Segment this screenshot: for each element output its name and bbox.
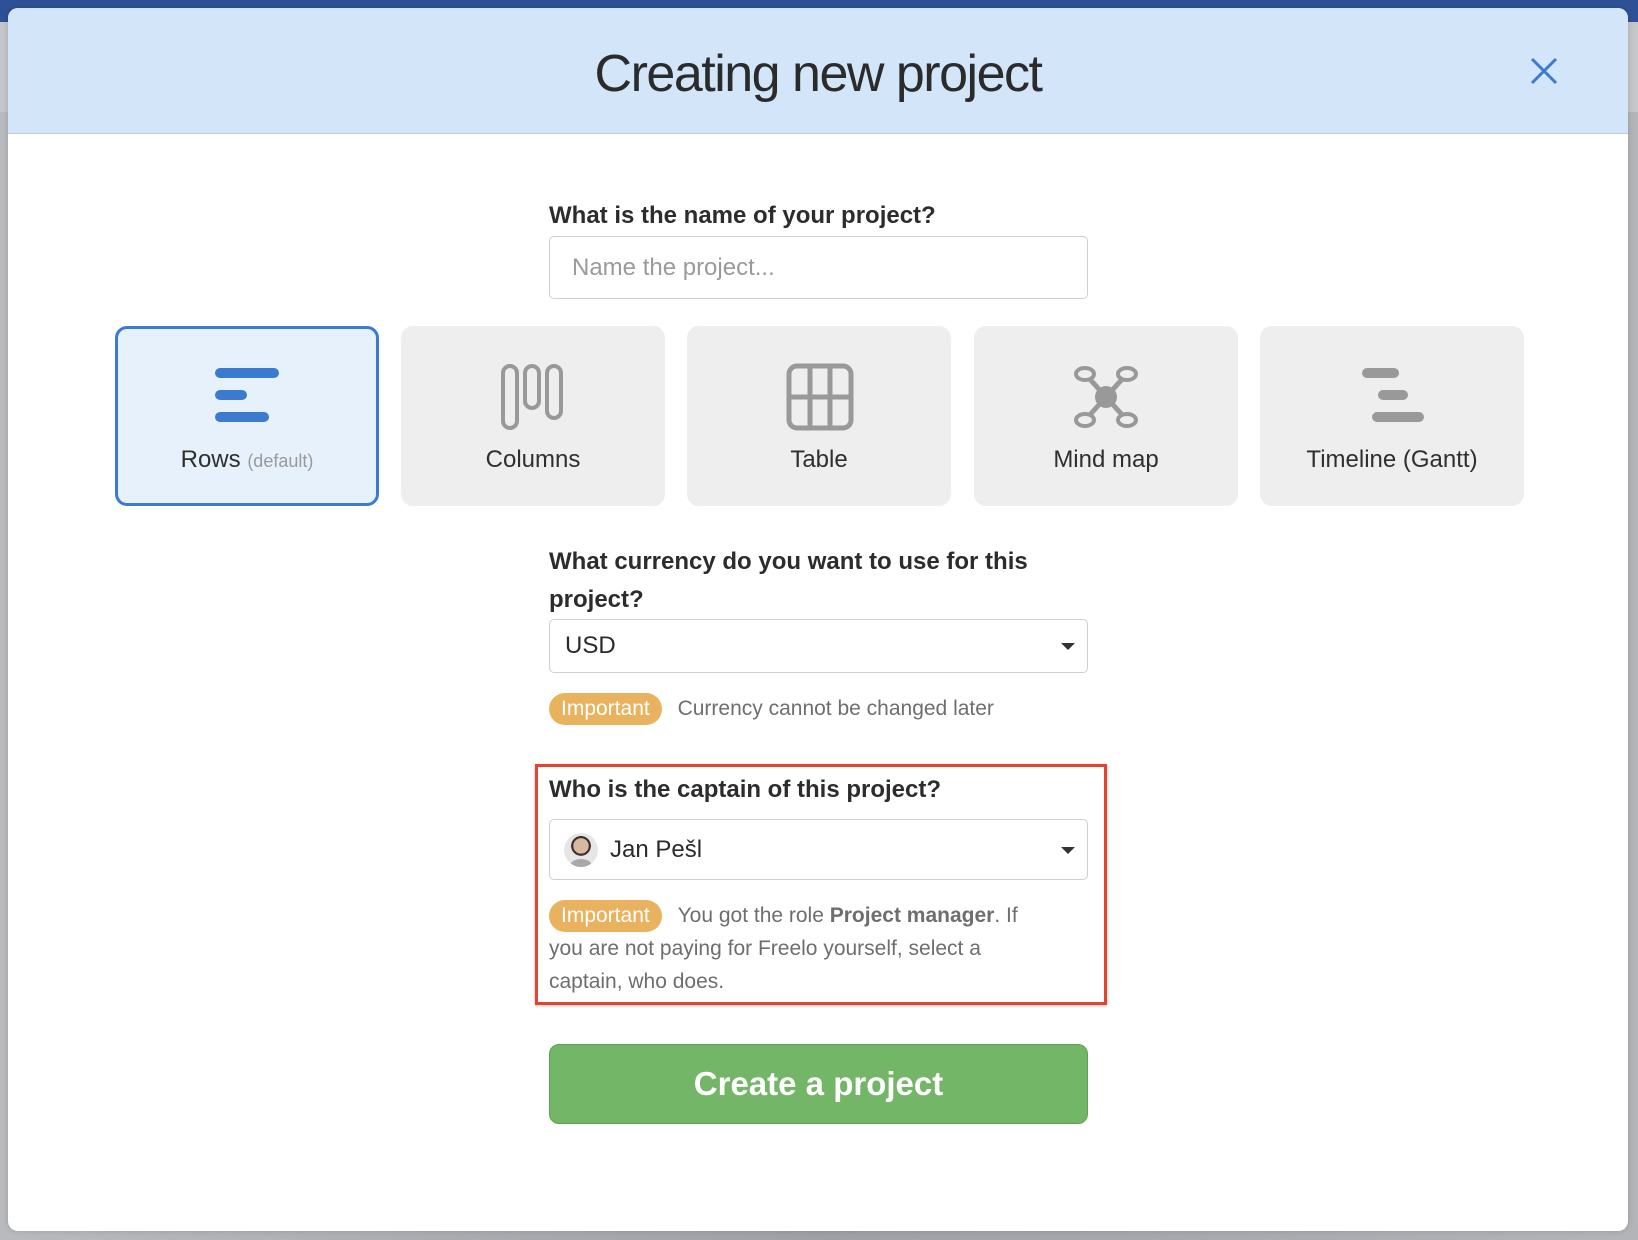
captain-label: Who is the captain of this project?: [549, 776, 942, 803]
captain-value: Jan Pešl: [610, 836, 703, 863]
create-project-button[interactable]: Create a project: [549, 1044, 1088, 1124]
view-label-table: Table: [790, 446, 848, 473]
currency-value: USD: [565, 632, 616, 659]
view-label-timeline: Timeline (Gantt): [1306, 446, 1478, 473]
currency-label-line2: project?: [549, 586, 644, 613]
captain-note-line2: you are not paying for Freelo yourself, …: [549, 937, 981, 961]
close-icon: [1530, 57, 1558, 85]
important-badge: Important: [549, 693, 662, 726]
currency-select[interactable]: USD: [549, 619, 1088, 673]
important-badge: Important: [549, 900, 662, 933]
mind-map-icon: [1074, 366, 1138, 428]
table-icon: [786, 363, 854, 431]
captain-note-suffix: . If: [994, 904, 1018, 927]
view-option-columns[interactable]: Columns: [401, 326, 665, 506]
view-option-label: Rows (default): [118, 446, 376, 474]
project-name-input[interactable]: [549, 236, 1088, 299]
create-project-modal: Creating new project What is the name of…: [8, 8, 1628, 1231]
view-label-rows: Rows: [180, 446, 241, 473]
chevron-down-icon: [1061, 846, 1075, 854]
avatar: [564, 833, 598, 867]
currency-note-text: Currency cannot be changed later: [677, 697, 994, 720]
modal-header: Creating new project: [8, 8, 1628, 134]
view-option-rows[interactable]: Rows (default): [115, 326, 379, 506]
chevron-down-icon: [1061, 643, 1075, 650]
role-name: Project manager: [829, 904, 995, 927]
view-option-table[interactable]: Table: [687, 326, 951, 506]
project-name-label: What is the name of your project?: [549, 202, 936, 229]
currency-label-line1: What currency do you want to use for thi…: [549, 548, 1028, 575]
modal-title: Creating new project: [594, 45, 1043, 103]
captain-note-prefix: You got the role: [677, 904, 830, 927]
view-label-mind-map: Mind map: [1053, 446, 1159, 473]
currency-label: What currency do you want to use for thi…: [549, 543, 1028, 619]
captain-note-line3: captain, who does.: [549, 970, 725, 994]
view-option-mind-map[interactable]: Mind map: [974, 326, 1238, 506]
captain-note: Important You got the role Project manag…: [549, 899, 1069, 998]
view-option-timeline[interactable]: Timeline (Gantt): [1260, 326, 1524, 506]
currency-note: Important Currency cannot be changed lat…: [549, 692, 994, 726]
close-button[interactable]: [1526, 53, 1562, 89]
columns-icon: [501, 364, 563, 430]
default-hint: (default): [247, 451, 314, 471]
timeline-gantt-icon: [1362, 368, 1424, 422]
rows-icon: [215, 368, 279, 422]
view-label-columns: Columns: [485, 446, 581, 473]
captain-select[interactable]: Jan Pešl: [549, 819, 1088, 880]
